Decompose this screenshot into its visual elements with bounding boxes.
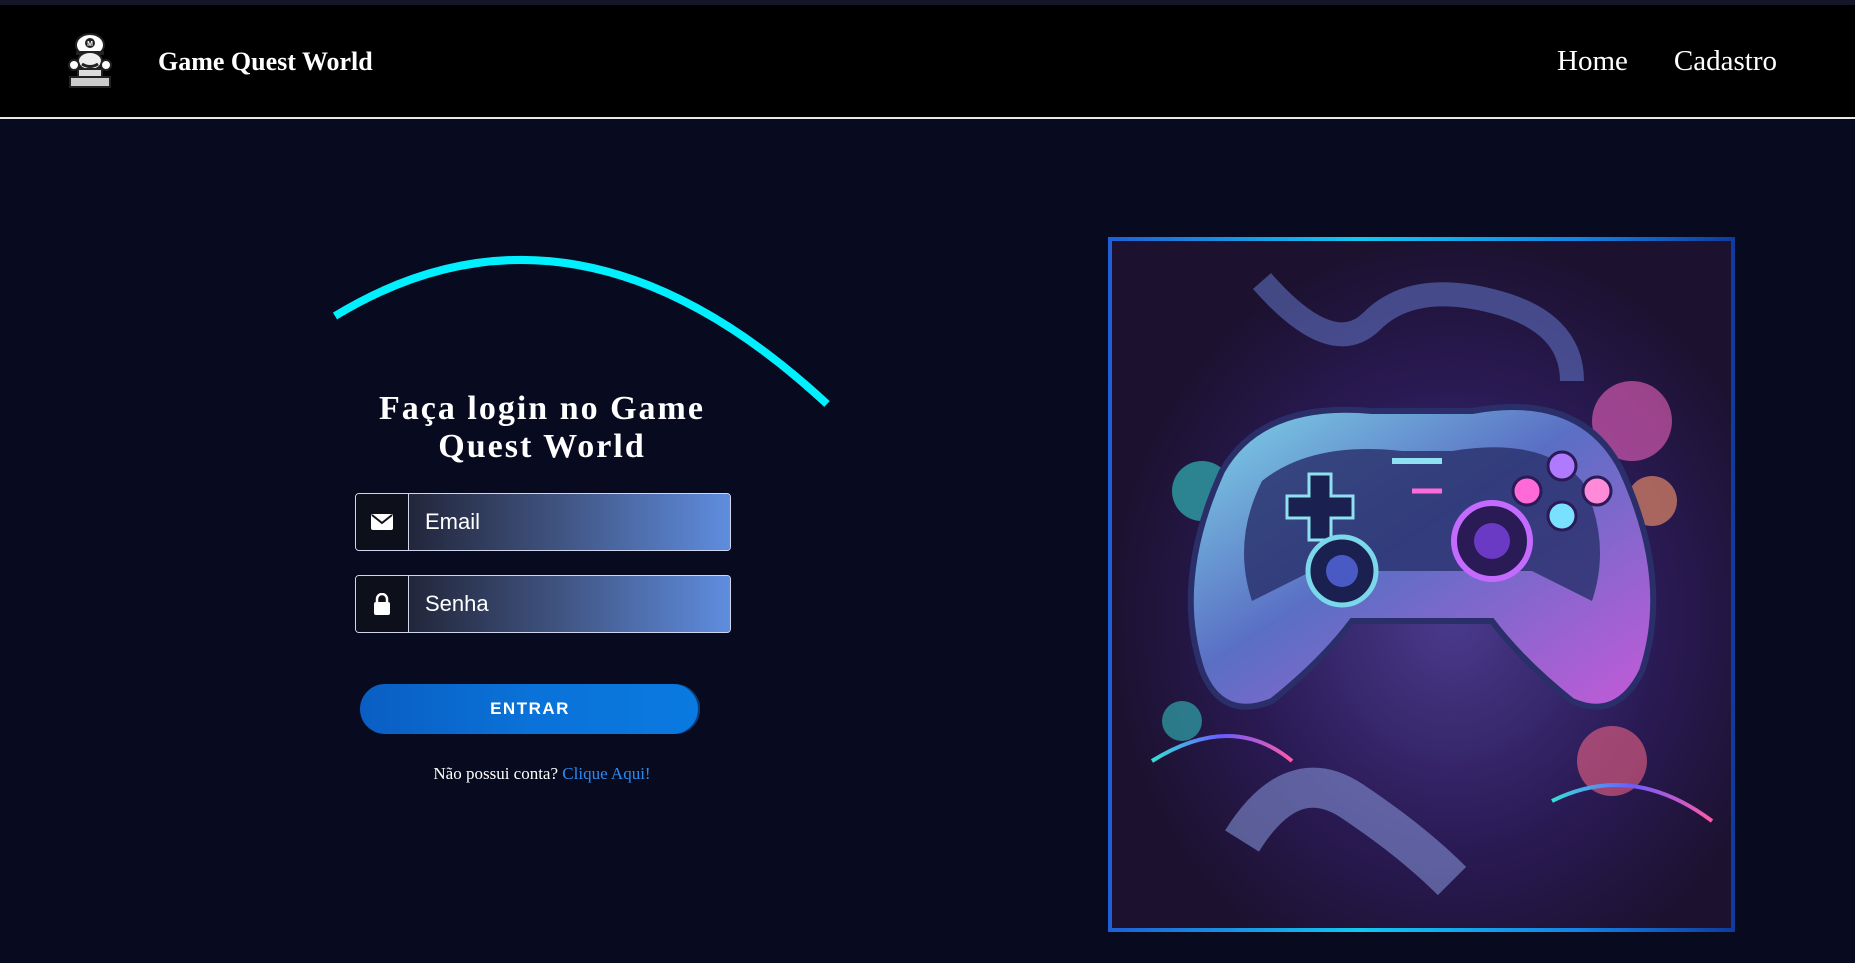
lock-icon (356, 576, 409, 632)
nav-cadastro-link[interactable]: Cadastro (1674, 45, 1777, 78)
hero-artwork-frame (1108, 237, 1735, 932)
signup-link[interactable]: Clique Aqui! (562, 764, 650, 783)
login-button[interactable]: ENTRAR (360, 684, 700, 734)
login-title: Faça login no Game Quest World (379, 390, 705, 465)
navbar: M Game Quest World Home Cadastro (0, 5, 1855, 119)
game-controller-artwork (1112, 241, 1731, 928)
nav-home-link[interactable]: Home (1557, 45, 1628, 78)
mario-logo-icon[interactable]: M (62, 31, 120, 91)
signup-prompt-line: Não possui conta? Clique Aqui! (342, 764, 742, 784)
password-input[interactable] (409, 576, 730, 632)
signup-prompt-text: Não possui conta? (433, 764, 559, 783)
envelope-icon (356, 494, 409, 550)
svg-text:M: M (87, 41, 93, 48)
password-field-group (355, 575, 731, 633)
brand-title[interactable]: Game Quest World (158, 47, 373, 77)
email-input[interactable] (409, 494, 730, 550)
main-nav: Home Cadastro (1557, 45, 1777, 78)
email-field-group (355, 493, 731, 551)
